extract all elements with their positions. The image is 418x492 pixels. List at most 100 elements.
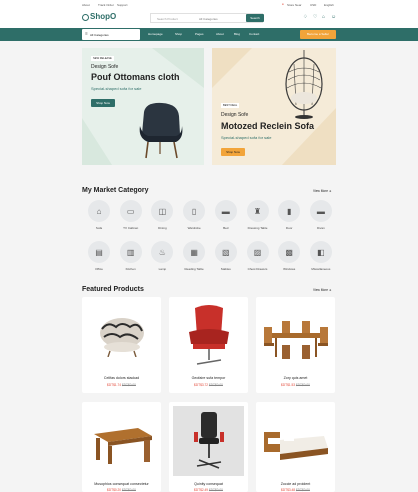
category-label: Miscellaneous (311, 267, 331, 271)
logo[interactable]: ShopO (90, 12, 116, 21)
product-name[interactable]: Quinity consequat (169, 482, 248, 486)
hero2-subtitle: Special-shaped sofa for sale (221, 135, 272, 140)
category-label: Sofa (95, 226, 103, 230)
featured-view-more-link[interactable]: View More ➔ (313, 288, 332, 292)
category-item[interactable]: ▬ Divan (306, 200, 336, 236)
category-item[interactable]: ⌂ Sofa (84, 200, 114, 236)
category-item[interactable]: ◧ Miscellaneous (306, 241, 336, 277)
hero2-kicker: Design Sofe (221, 112, 249, 118)
armchair-image (139, 102, 183, 159)
language-select[interactable]: English (324, 3, 334, 7)
all-categories-label: All Categories (90, 33, 109, 37)
category-item[interactable]: ▤ Office (84, 241, 114, 277)
user-icon[interactable]: ☺ (331, 14, 336, 20)
product-image-dining-set (264, 321, 328, 359)
search-input[interactable]: Search Product (157, 17, 178, 21)
topbar-link-support[interactable]: Support (117, 3, 128, 7)
logo-icon (82, 14, 89, 21)
product-image-zebra-chair (100, 318, 144, 357)
compare-icon[interactable]: ♢ (303, 14, 307, 20)
product-image-office-chair (194, 412, 224, 469)
category-item[interactable]: ▮ Door (274, 200, 304, 236)
hero-banner-1[interactable]: NEW RELEASE Design Sofe Pouf Ottomans cl… (82, 48, 204, 165)
hero2-shop-button[interactable]: Shop Now (221, 148, 245, 156)
category-label: TV Cabinet (123, 226, 139, 230)
product-price: $DT$1.74 $DT$0.00 (107, 383, 136, 387)
hero2-badge: BEST DEAL (221, 103, 240, 108)
category-label: Windows (283, 267, 296, 271)
category-item[interactable]: ▩ Windows (274, 241, 304, 277)
search-box: Search Product All Categories Search (150, 13, 264, 23)
product-price: $DT$3.48 $DT$0.00 (281, 488, 310, 492)
category-icon: ▯ (183, 200, 206, 222)
nav-item-homepage[interactable]: Homepage (148, 32, 163, 36)
category-item[interactable]: ◫ Dining (147, 200, 177, 236)
search-button[interactable]: Search (246, 14, 264, 22)
category-icon: ⌂ (88, 200, 110, 222)
category-item[interactable]: ▥ Kitchen (116, 241, 146, 277)
category-label: Chest Drawers (247, 267, 268, 271)
hero1-shop-button[interactable]: Shop Now (91, 99, 115, 107)
all-categories-button[interactable]: ☰ All Categories (82, 29, 140, 40)
category-label: Dressing Table (247, 226, 268, 230)
product-name[interactable]: Zory quis amet (256, 376, 335, 380)
hero1-kicker: Design Sofe (91, 64, 119, 70)
category-item[interactable]: ▧ Stables (211, 241, 241, 277)
market-view-more-link[interactable]: View More ➔ (313, 189, 332, 193)
category-item[interactable]: ▭ TV Cabinet (116, 200, 146, 236)
nav-item-shop[interactable]: Shop (175, 32, 182, 36)
cart-icon[interactable]: ⌂ (322, 14, 325, 20)
top-bar: About Track Order Support ● Store Near U… (0, 0, 418, 10)
main-nav: Homepage Shop Pages About Blog Contact (0, 28, 418, 41)
nav-item-pages[interactable]: Pages (195, 32, 204, 36)
category-item[interactable]: ▬ Bed (211, 200, 241, 236)
category-icon: ▦ (183, 241, 206, 263)
nav-item-contact[interactable]: Contact (249, 32, 259, 36)
store-near-link[interactable]: Store Near (287, 3, 302, 7)
category-icon: ▩ (278, 241, 301, 263)
product-image-red-chair (189, 305, 229, 365)
product-price: $DT$3.72 $DT$0.00 (194, 383, 223, 387)
category-label: Door (285, 226, 293, 230)
category-item[interactable]: ♨ Lamp (147, 241, 177, 277)
nav-item-blog[interactable]: Blog (234, 32, 240, 36)
become-seller-button[interactable]: Become a Seller (300, 30, 336, 39)
featured-products-title: Featured Products (82, 286, 144, 293)
currency-select[interactable]: USD (310, 3, 316, 7)
product-name[interactable]: Musophios consequat consectetur (82, 482, 161, 486)
category-icon: ◫ (151, 200, 174, 222)
product-price: $DT$0.20 $DT$0.00 (107, 488, 136, 492)
hero-banner-2[interactable]: BEST DEAL Design Sofe Motozed Reclein So… (212, 48, 336, 165)
category-label: Divan (317, 226, 325, 230)
category-label: Stables (220, 267, 231, 271)
category-icon: ▨ (246, 241, 269, 263)
search-category-select[interactable]: All Categories (199, 17, 218, 21)
category-icon: ▧ (214, 241, 237, 263)
product-name[interactable]: Celifas dolors stackad (82, 376, 161, 380)
product-card[interactable]: Geofaire sufa tempor $DT$3.72 $DT$0.00 (169, 297, 248, 393)
nav-item-about[interactable]: About (216, 32, 224, 36)
product-card[interactable]: Zory quis amet $DT$1.53 $DT$0.00 (256, 297, 335, 393)
category-item[interactable]: ▯ Wardrobe (179, 200, 209, 236)
product-image-wood-desk (94, 428, 152, 464)
topbar-link-track-order[interactable]: Track Order (98, 3, 114, 7)
product-name[interactable]: Zoccie ad proident (256, 482, 335, 486)
product-name[interactable]: Geofaire sufa tempor (169, 376, 248, 380)
hero1-title: Pouf Ottomans cloth (91, 72, 180, 82)
category-item[interactable]: ▨ Chest Drawers (243, 241, 273, 277)
product-card[interactable]: Quinity consequat $DT$2.49 $DT$0.00 (169, 402, 248, 492)
hero2-title: Motozed Reclein Sofa (221, 121, 315, 131)
category-icon: ▤ (88, 241, 110, 263)
category-item[interactable]: ♜ Dressing Table (243, 200, 273, 236)
category-icon: ♨ (151, 241, 174, 263)
product-card[interactable]: Musophios consequat consectetur $DT$0.20… (82, 402, 161, 492)
product-card[interactable]: Celifas dolors stackad $DT$1.74 $DT$0.00 (82, 297, 161, 393)
category-label: Reading Table (184, 267, 204, 271)
category-label: Office (95, 267, 103, 271)
product-card[interactable]: Zoccie ad proident $DT$3.48 $DT$0.00 (256, 402, 335, 492)
category-label: Lamp (158, 267, 167, 271)
topbar-link-about[interactable]: About (82, 3, 90, 7)
category-item[interactable]: ▦ Reading Table (179, 241, 209, 277)
menu-icon: ☰ (85, 32, 88, 36)
wishlist-icon[interactable]: ♡ (313, 14, 317, 20)
